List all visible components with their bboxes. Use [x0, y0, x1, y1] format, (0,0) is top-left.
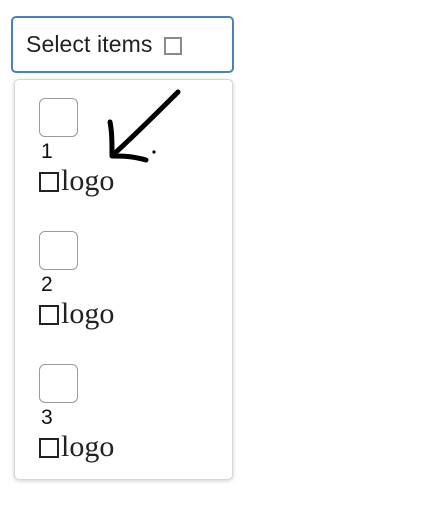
- option-logo: logo: [39, 430, 219, 464]
- logo-box-icon: [39, 305, 59, 325]
- hand-drawn-arrow-icon: [107, 89, 181, 163]
- list-item[interactable]: 3 logo: [39, 364, 219, 464]
- logo-text: logo: [61, 164, 115, 197]
- option-checkbox[interactable]: [39, 364, 78, 403]
- option-number: 2: [41, 273, 53, 296]
- logo-text: logo: [61, 297, 115, 330]
- select-items-label: Select items: [26, 31, 153, 57]
- arrow-shaft: [111, 89, 181, 157]
- page: Select items 1 logo 2 logo 3 logo: [0, 0, 422, 514]
- option-logo: logo: [39, 297, 219, 331]
- select-items-dropdown[interactable]: Select items: [11, 16, 234, 73]
- option-logo: logo: [39, 164, 219, 198]
- option-checkbox[interactable]: [39, 98, 78, 137]
- logo-box-icon: [39, 438, 59, 458]
- option-checkbox[interactable]: [39, 231, 78, 270]
- checkbox-icon: [164, 36, 183, 55]
- list-item[interactable]: 2 logo: [39, 231, 219, 331]
- option-number: 3: [41, 406, 53, 429]
- arrow-dot: [152, 150, 156, 154]
- logo-text: logo: [61, 430, 115, 463]
- logo-box-icon: [39, 172, 59, 192]
